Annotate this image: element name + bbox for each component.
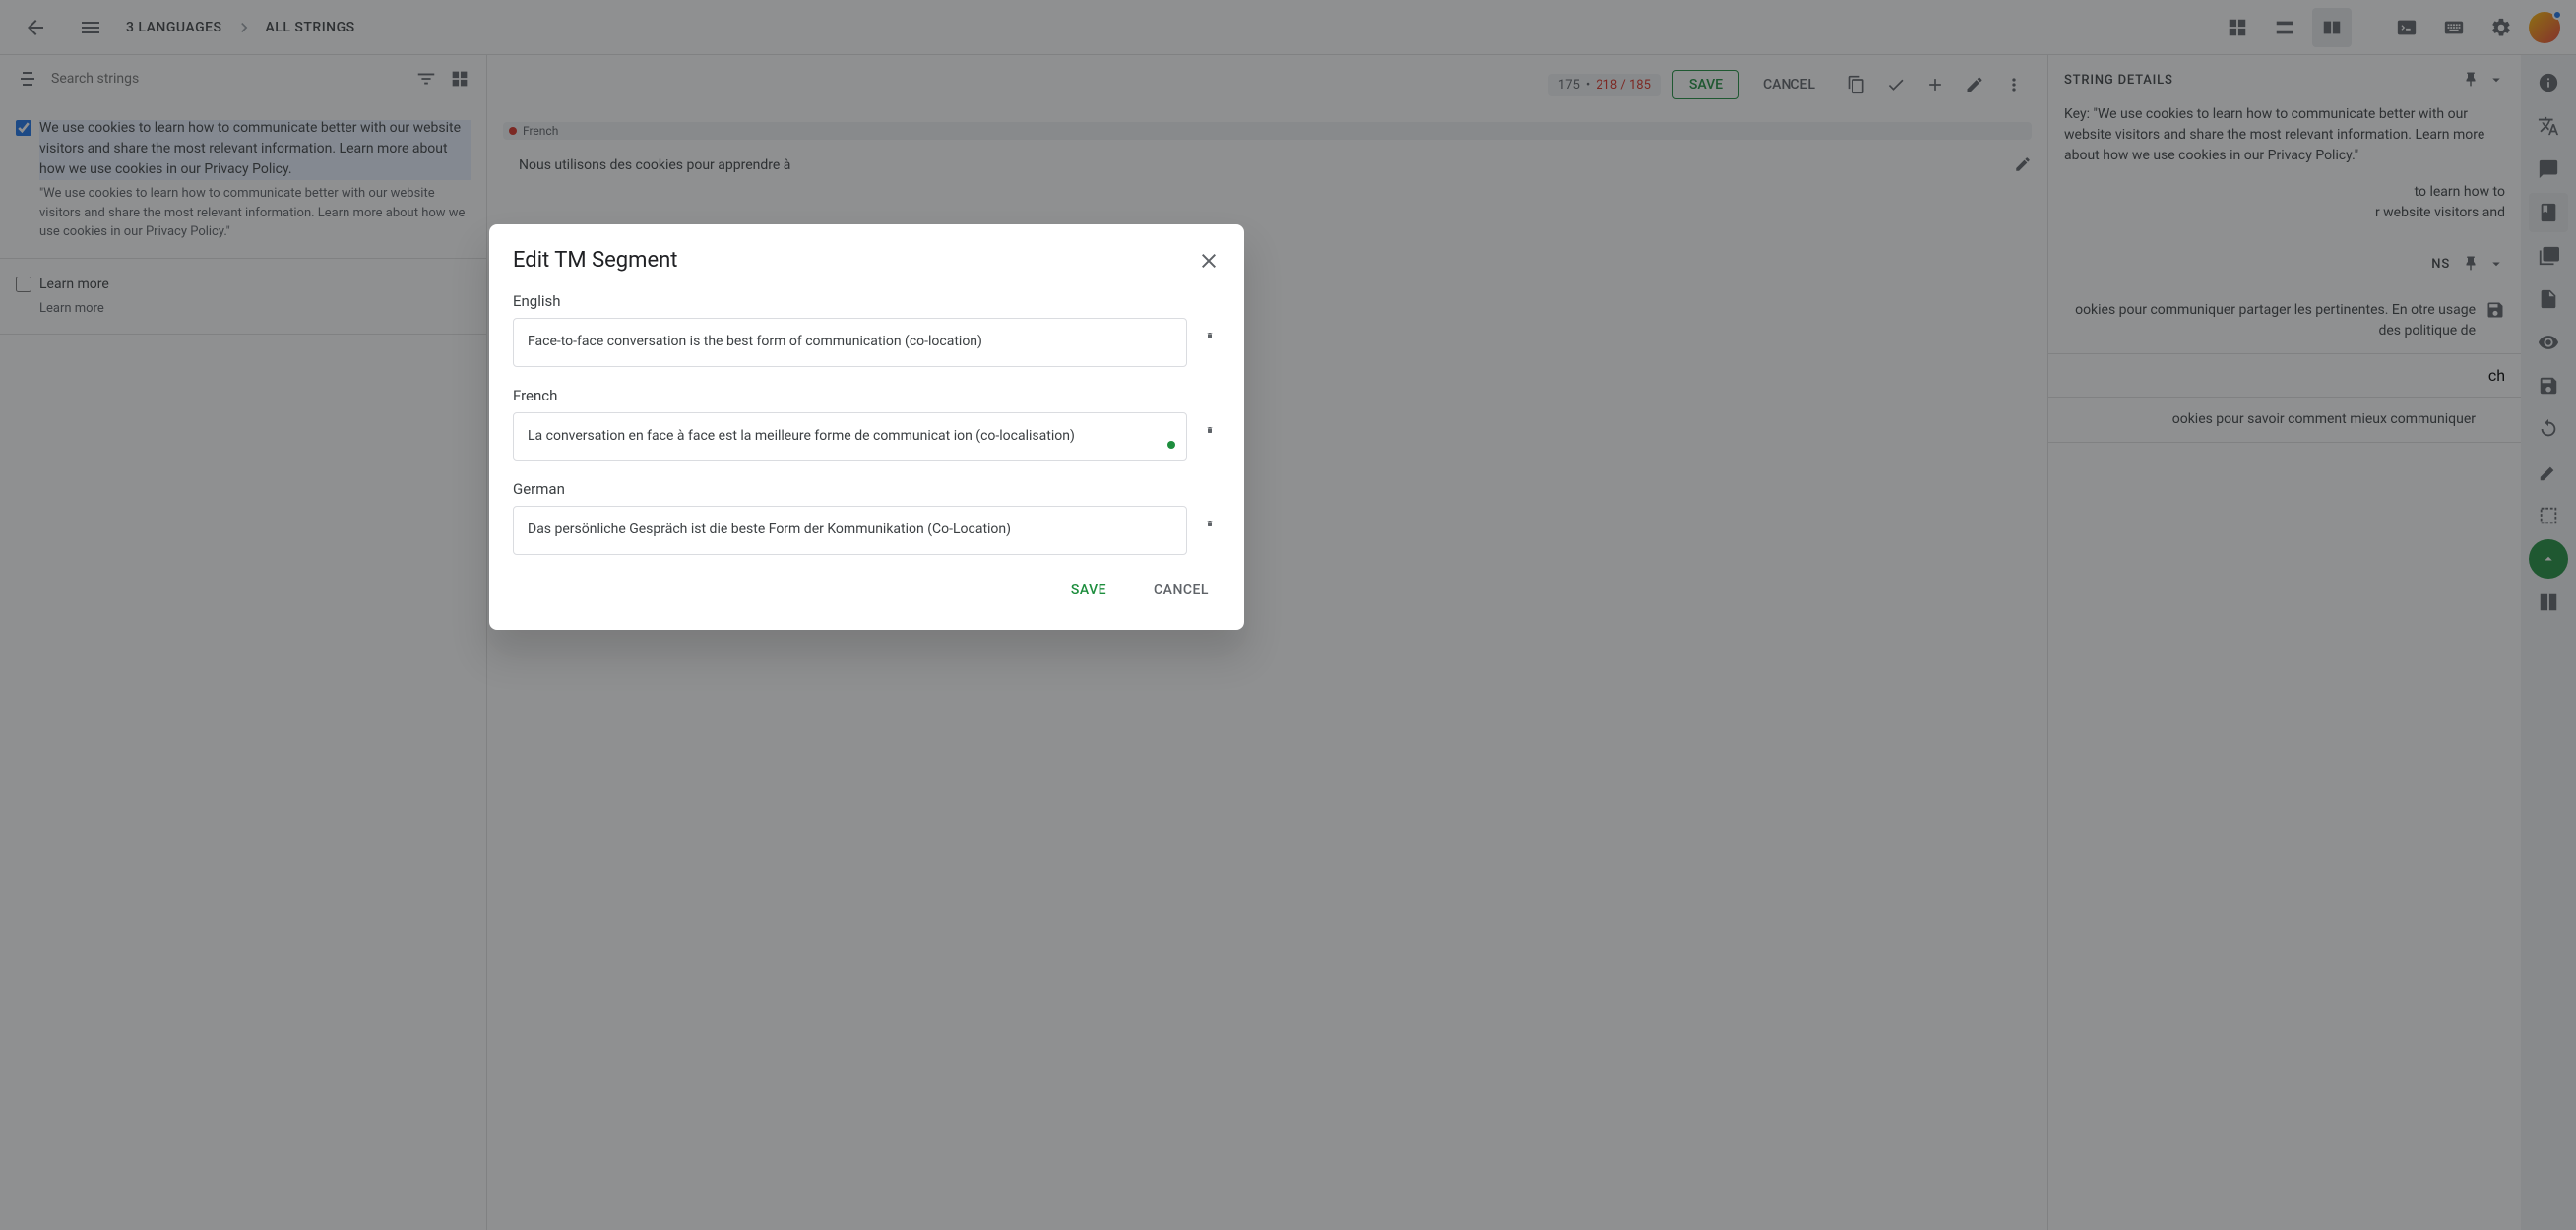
dialog-title: Edit TM Segment	[513, 248, 677, 273]
edit-tm-dialog: Edit TM Segment English Face-to-face con…	[489, 224, 1244, 630]
tm-input-english[interactable]: Face-to-face conversation is the best fo…	[513, 318, 1187, 367]
tm-input-german[interactable]: Das persönliche Gespräch ist die beste F…	[513, 506, 1187, 555]
delete-french-button[interactable]	[1199, 412, 1221, 434]
dialog-save-button[interactable]: SAVE	[1059, 575, 1118, 606]
tm-input-french[interactable]: La conversation en face à face est la me…	[513, 412, 1187, 461]
delete-english-button[interactable]	[1199, 318, 1221, 339]
field-label-german: German	[513, 480, 1221, 498]
dialog-close-button[interactable]	[1197, 249, 1221, 273]
modal-overlay[interactable]	[0, 0, 2576, 1230]
delete-german-button[interactable]	[1199, 506, 1221, 527]
field-label-english: English	[513, 292, 1221, 310]
field-label-french: French	[513, 387, 1221, 404]
dialog-cancel-button[interactable]: CANCEL	[1142, 575, 1221, 606]
